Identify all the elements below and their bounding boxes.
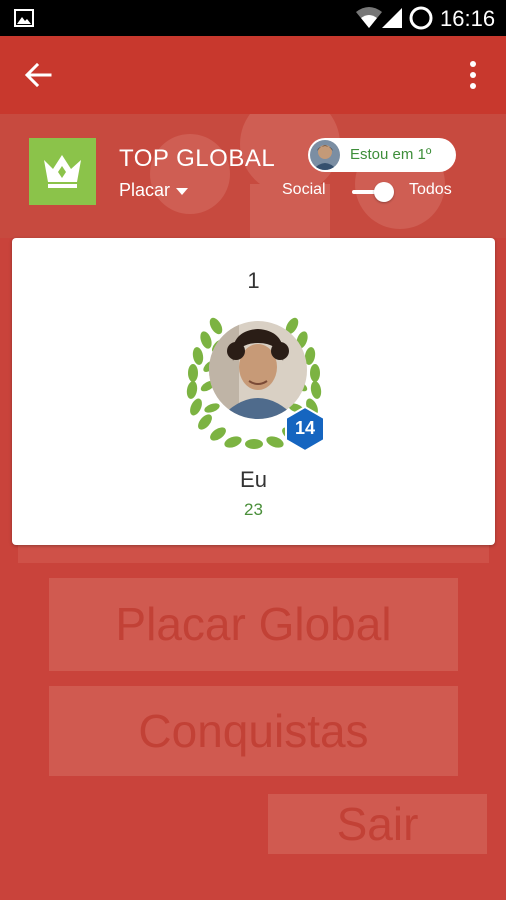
player-name: Eu [240,467,267,492]
player-photo [209,321,307,419]
placar-global-button[interactable]: Placar Global [49,578,458,671]
signal-icon [382,8,402,28]
player-score: 23 [244,500,263,519]
app-bar [0,36,506,114]
player-card[interactable]: 1 14 Eu 23 [12,238,495,545]
card-shadow-strip [18,544,489,563]
conquistas-button[interactable]: Conquistas [49,686,458,776]
sair-button[interactable]: Sair [268,794,487,854]
rank-number: 1 [247,268,260,293]
level-number: 14 [294,418,316,438]
avatar [310,140,340,170]
wifi-icon [356,7,382,28]
toggle-label-todos: Todos [409,181,452,198]
header-background-art [150,114,445,238]
board-selector[interactable]: Placar [119,180,189,201]
page-title: TOP GLOBAL [119,145,276,172]
image-icon [14,9,34,27]
caret-down-icon [176,187,189,195]
battery-icon [409,6,433,30]
status-time: 16:16 [440,6,496,31]
board-selector-label: Placar [119,180,171,200]
my-rank-label: Estou em 1º [350,146,432,163]
more-vert-icon[interactable] [460,58,486,92]
toggle-thumb [374,182,394,202]
status-bar: 16:16 [0,0,506,36]
crown-tile [29,138,96,205]
level-badge: 14 [284,405,326,453]
back-arrow-icon[interactable] [20,60,56,90]
leaderboard-header: TOP GLOBAL Placar Estou em 1º Social Tod… [0,114,506,238]
my-rank-button[interactable]: Estou em 1º [308,138,456,172]
toggle-label-social: Social [282,181,326,198]
crown-icon [44,155,81,188]
scope-toggle[interactable] [348,180,398,204]
